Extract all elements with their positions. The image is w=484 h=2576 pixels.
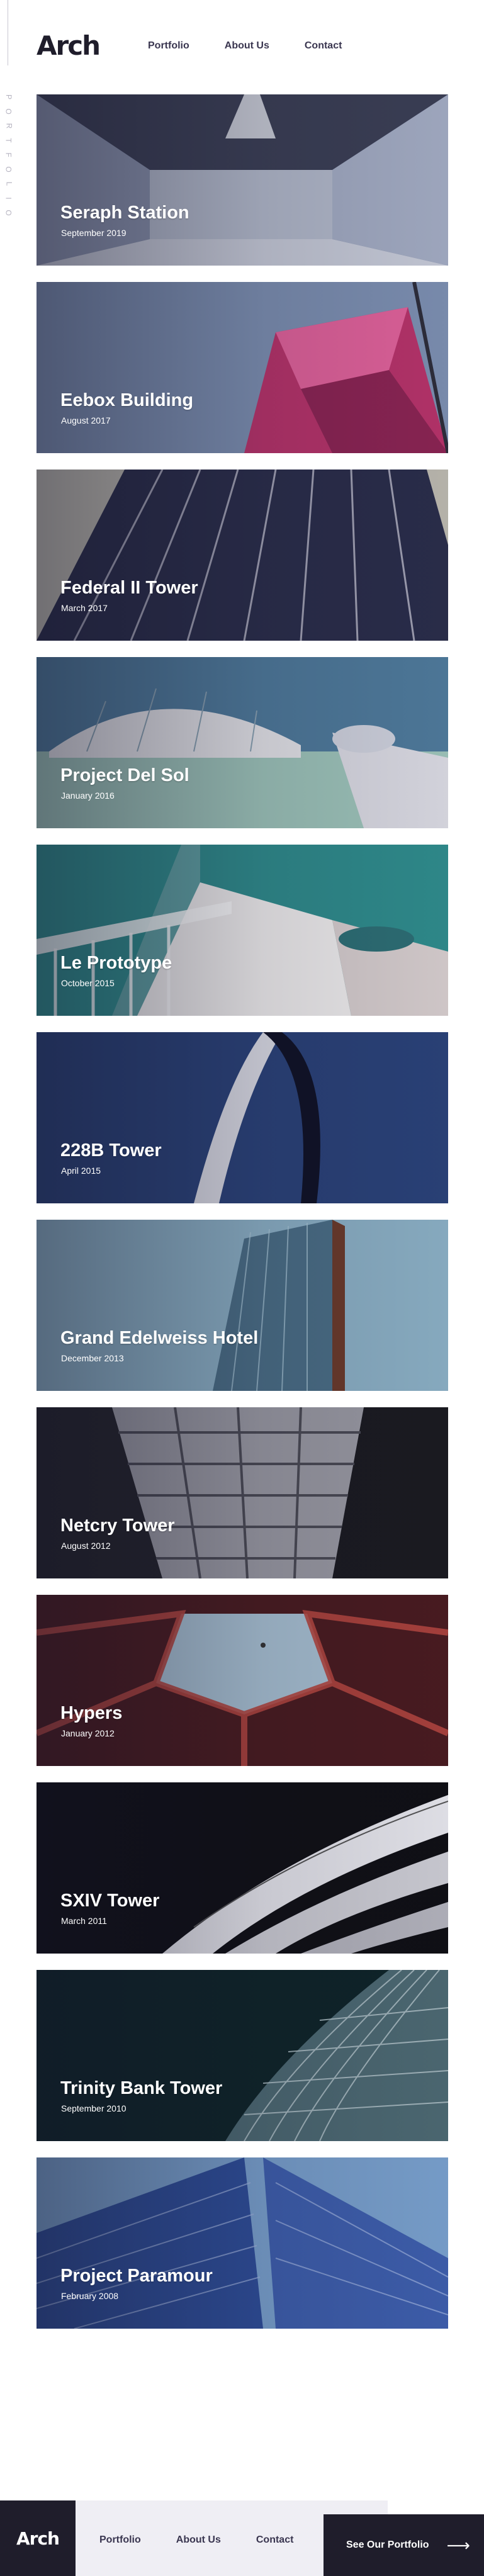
project-date: January 2012 xyxy=(61,1728,115,1738)
project-card[interactable]: Project Paramour February 2008 xyxy=(37,2157,448,2329)
project-card[interactable]: Grand Edelweiss Hotel December 2013 xyxy=(37,1220,448,1391)
side-label-letter: T xyxy=(4,138,13,144)
side-label-letter: O xyxy=(4,108,13,116)
footer-logo[interactable]: Arch xyxy=(0,2500,76,2576)
footer-nav: Portfolio About Us Contact xyxy=(99,2534,293,2546)
project-list: Seraph Station September 2019 Eebox Buil… xyxy=(37,94,448,2345)
side-label-letter: O xyxy=(4,166,13,174)
see-portfolio-label: See Our Portfolio xyxy=(346,2539,429,2550)
project-card[interactable]: Trinity Bank Tower September 2010 xyxy=(37,1970,448,2141)
footer-nav-about-us[interactable]: About Us xyxy=(176,2534,221,2546)
project-card[interactable]: Seraph Station September 2019 xyxy=(37,94,448,266)
project-card[interactable]: Eebox Building August 2017 xyxy=(37,282,448,453)
project-title: Project Paramour xyxy=(60,2266,213,2286)
project-title: Federal II Tower xyxy=(60,578,198,598)
side-label-letter: F xyxy=(4,152,13,159)
project-card[interactable]: Le Prototype October 2015 xyxy=(37,845,448,1016)
side-label-letter: L xyxy=(4,181,13,188)
project-date: October 2015 xyxy=(61,978,115,988)
project-title: 228B Tower xyxy=(60,1140,162,1161)
project-date: January 2016 xyxy=(61,790,115,801)
project-title: Eebox Building xyxy=(60,390,194,410)
project-date: December 2013 xyxy=(61,1353,124,1363)
site-header: Arch Portfolio About Us Contact xyxy=(0,0,484,94)
main-nav: Portfolio About Us Contact xyxy=(148,40,342,52)
side-label-letter: P xyxy=(4,94,13,101)
footer-nav-portfolio[interactable]: Portfolio xyxy=(99,2534,141,2546)
project-date: August 2012 xyxy=(61,1541,111,1551)
project-title: Seraph Station xyxy=(60,203,189,223)
project-title: SXIV Tower xyxy=(60,1891,160,1911)
side-label-letter: O xyxy=(4,210,13,217)
nav-contact[interactable]: Contact xyxy=(305,40,342,52)
project-title: Trinity Bank Tower xyxy=(60,2078,223,2098)
nav-about-us[interactable]: About Us xyxy=(225,40,269,52)
project-date: September 2019 xyxy=(61,228,127,238)
project-date: March 2017 xyxy=(61,603,108,613)
logo[interactable]: Arch xyxy=(37,30,101,61)
project-title: Grand Edelweiss Hotel xyxy=(60,1328,259,1348)
project-date: April 2015 xyxy=(61,1166,101,1176)
project-card[interactable]: Netcry Tower August 2012 xyxy=(37,1407,448,1578)
nav-portfolio[interactable]: Portfolio xyxy=(148,40,189,52)
project-title: Le Prototype xyxy=(60,953,172,973)
project-card[interactable]: Federal II Tower March 2017 xyxy=(37,470,448,641)
side-label-letter: R xyxy=(4,123,13,130)
project-date: February 2008 xyxy=(61,2291,119,2301)
project-title: Netcry Tower xyxy=(60,1516,175,1536)
see-portfolio-button[interactable]: See Our Portfolio ⟶ xyxy=(324,2514,484,2576)
project-title: Project Del Sol xyxy=(60,765,189,785)
project-card[interactable]: Project Del Sol January 2016 xyxy=(37,657,448,828)
project-date: September 2010 xyxy=(61,2103,127,2113)
project-title: Hypers xyxy=(60,1703,123,1723)
project-card[interactable]: SXIV Tower March 2011 xyxy=(37,1782,448,1954)
project-card[interactable]: 228B Tower April 2015 xyxy=(37,1032,448,1203)
arrow-right-icon: ⟶ xyxy=(446,2536,470,2555)
side-label-letter: I xyxy=(4,197,13,201)
side-portfolio-label: PORTFOLIO xyxy=(3,93,15,218)
project-card[interactable]: Hypers January 2012 xyxy=(37,1595,448,1766)
project-date: August 2017 xyxy=(61,415,111,425)
project-date: March 2011 xyxy=(61,1916,107,1926)
footer-nav-contact[interactable]: Contact xyxy=(256,2534,294,2546)
site-footer: Arch Portfolio About Us Contact See Our … xyxy=(0,2500,484,2576)
